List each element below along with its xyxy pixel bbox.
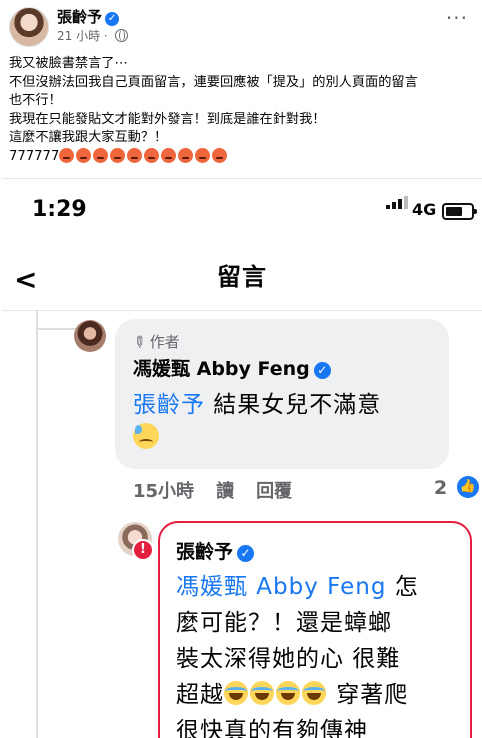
post-body: 我又被臉書禁言了⋯ 不但沒辦法回我自己頁面留言，連要回應被「提及」的別人頁面的留…	[9, 55, 479, 167]
angry-emoji-icon	[110, 147, 126, 163]
post-line: 這麼不讓我跟大家互動？！	[9, 130, 168, 146]
comment-actions: 15小時 讀 回覆	[133, 477, 314, 503]
comment-text: 張齡予 結果女兒不滿意	[133, 385, 381, 419]
angry-emoji-icon	[59, 147, 75, 163]
verified-badge-icon: ✓	[105, 12, 120, 26]
more-options-button[interactable]: ···	[446, 6, 468, 30]
author-tag-label: 作者	[149, 333, 180, 351]
laughing-emoji-icon	[302, 681, 326, 705]
reply-button[interactable]: 回覆	[256, 481, 292, 502]
reply-text: 馮媛甄 Abby Feng 怎 麼可能？！還是蟑螂 裝太深得她的心 很難 超越 …	[176, 569, 466, 738]
battery-icon	[442, 203, 477, 220]
post-author-name[interactable]: 張齡予	[57, 8, 102, 26]
comment-bubble[interactable]: ✎作者 馮媛甄 Abby Feng ✓ 張齡予 結果女兒不滿意	[115, 319, 449, 469]
thread-connector	[38, 328, 76, 330]
laughing-emoji-icon	[250, 681, 274, 705]
post-header: 張齡予 ✓ 21 小時 · ···	[0, 0, 482, 47]
embedded-screenshot[interactable]: 1:29 4G < 留言 ✎作者 馮媛甄 Abby Feng ✓ 張齡予 結果女兒…	[2, 178, 482, 738]
reply-text-line: 怎	[386, 574, 419, 600]
post-line: 也不行！	[9, 93, 62, 109]
angry-emoji-icon	[195, 147, 211, 163]
pencil-icon: ✎	[128, 331, 151, 353]
globe-icon	[114, 29, 128, 42]
reply-text-line: 超越	[176, 682, 224, 708]
comment-time[interactable]: 15小時	[133, 481, 194, 502]
page-title: 留言	[217, 263, 267, 291]
status-time: 1:29	[32, 197, 87, 222]
network-type: 4G	[412, 200, 437, 219]
angry-emoji-row	[59, 147, 229, 164]
reply-text-line: 很快真的有夠傳神	[176, 718, 368, 738]
reply-text-line: 麼可能？！還是蟑螂	[176, 610, 392, 636]
angry-emoji-icon	[127, 147, 143, 163]
author-tag: ✎作者	[128, 331, 180, 353]
post-line: 不但沒辦法回我自己頁面留言，連要回應被「提及」的別人頁面的留言	[9, 74, 418, 90]
angry-emoji-icon	[178, 147, 194, 163]
post-line-last: 777777	[9, 147, 479, 167]
angry-emoji-icon	[93, 147, 109, 163]
post-author[interactable]: 張齡予 ✓	[57, 6, 120, 27]
post-line: 我又被臉書禁言了⋯	[9, 56, 128, 71]
post-line-text: 777777	[9, 148, 60, 164]
verified-badge-icon: ✓	[237, 545, 255, 562]
error-icon[interactable]: !	[132, 539, 154, 561]
angry-emoji-icon	[144, 147, 160, 163]
sad-sweat-emoji-icon	[133, 423, 159, 449]
laughing-emoji-icon	[276, 681, 300, 705]
comment-author-name[interactable]: 馮媛甄 Abby Feng	[133, 358, 310, 380]
nav-divider	[2, 310, 482, 311]
angry-emoji-icon	[76, 147, 92, 163]
read-link[interactable]: 讀	[216, 481, 234, 502]
reply-author-name[interactable]: 張齡予	[176, 541, 233, 563]
post-line: 我現在只能發貼文才能對外發言！到底是誰在針對我！	[9, 111, 326, 127]
reply-author[interactable]: 張齡予 ✓	[176, 537, 255, 564]
verified-badge-icon: ✓	[313, 362, 331, 379]
mention-link[interactable]: 馮媛甄 Abby Feng	[176, 574, 386, 600]
thread-line	[36, 311, 38, 738]
like-count[interactable]: 2	[434, 477, 447, 499]
comment-body: 結果女兒不滿意	[205, 392, 382, 418]
comment-author[interactable]: 馮媛甄 Abby Feng ✓	[133, 354, 331, 381]
reply-bubble-failed[interactable]: 張齡予 ✓ 馮媛甄 Abby Feng 怎 麼可能？！還是蟑螂 裝太深得她的心 很…	[158, 521, 472, 738]
mention-link[interactable]: 張齡予	[133, 392, 205, 418]
post-meta: 21 小時 ·	[57, 27, 128, 44]
reply-text-line: 穿著爬	[328, 682, 409, 708]
angry-emoji-icon	[161, 147, 177, 163]
angry-emoji-icon	[212, 147, 228, 163]
reply-text-line: 裝太深得她的心 很難	[176, 646, 401, 672]
avatar[interactable]	[9, 7, 49, 47]
laughing-emoji-icon	[224, 681, 248, 705]
comment-avatar[interactable]	[74, 320, 106, 352]
post-timestamp[interactable]: 21 小時	[57, 29, 100, 43]
thumbs-up-icon[interactable]: 👍	[457, 476, 479, 498]
